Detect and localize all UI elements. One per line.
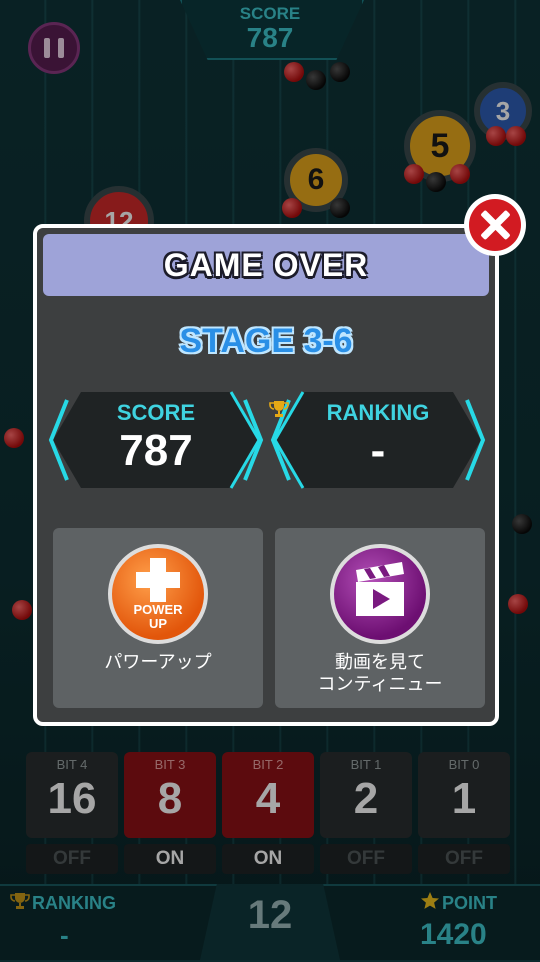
score-value: 787	[119, 426, 193, 475]
svg-text:UP: UP	[149, 616, 167, 631]
power-up-label: パワーアップ	[104, 652, 212, 673]
clapperboard-icon	[330, 544, 430, 644]
score-panel: SCORE 787	[47, 388, 265, 492]
power-up-icon: POWER UP	[108, 544, 208, 644]
power-up-icon-text: POWER	[133, 602, 183, 617]
dialog-header: GAME OVER	[43, 234, 489, 296]
close-button[interactable]	[464, 194, 526, 256]
game-over-dialog: GAME OVER STAGE 3-6 SCORE 787 RANKING -	[33, 224, 499, 726]
stage-title: STAGE 3-6	[179, 322, 353, 360]
ranking-label: RANKING	[269, 400, 487, 426]
ranking-value: -	[370, 426, 386, 475]
watch-video-continue-button[interactable]: 動画を見て コンティニュー	[275, 528, 485, 708]
dialog-title: GAME OVER	[163, 247, 369, 283]
score-label: SCORE	[116, 400, 196, 425]
close-icon	[469, 199, 521, 251]
trophy-icon	[269, 401, 289, 417]
power-up-button[interactable]: POWER UP パワーアップ	[53, 528, 263, 708]
watch-video-continue-label: 動画を見て コンティニュー	[317, 652, 443, 695]
ranking-panel: RANKING -	[269, 388, 487, 492]
